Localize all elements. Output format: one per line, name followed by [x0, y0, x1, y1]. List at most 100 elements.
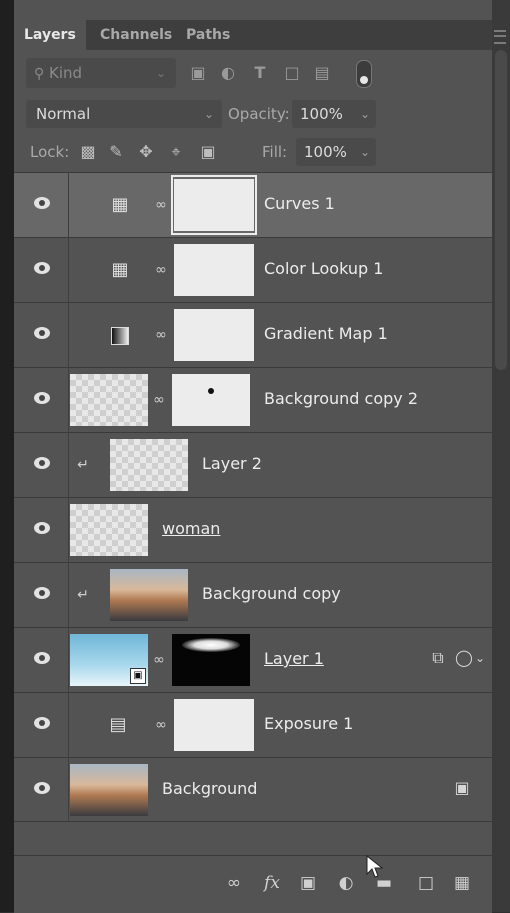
layer-row[interactable]: ▣ ∞ Layer 1 ⧉ ◯ ⌄ [14, 627, 492, 692]
visibility-cell[interactable] [14, 238, 69, 302]
layer-name[interactable]: Color Lookup 1 [264, 259, 383, 278]
visibility-cell[interactable] [14, 758, 69, 821]
filter-kind-select[interactable]: ⚲ Kind ⌄ [26, 58, 176, 88]
layer-mask-thumbnail[interactable] [174, 699, 254, 751]
mask-selection-frame [171, 175, 257, 235]
layer-name[interactable]: Gradient Map 1 [264, 324, 388, 343]
mouse-cursor-icon [366, 855, 384, 878]
eye-icon[interactable] [34, 262, 50, 274]
layer-mask-thumbnail[interactable] [172, 374, 250, 426]
visibility-cell[interactable] [14, 498, 69, 562]
layer-name[interactable]: Layer 1 [264, 649, 324, 668]
layer-row[interactable]: ▦ ∞ Curves 1 [14, 172, 492, 237]
eye-icon[interactable] [34, 327, 50, 339]
layer-mask-thumbnail[interactable] [174, 244, 254, 296]
layer-thumbnail[interactable] [70, 764, 148, 816]
eye-icon[interactable] [34, 782, 50, 794]
visibility-cell[interactable] [14, 433, 69, 497]
visibility-cell[interactable] [14, 368, 69, 432]
scrollbar[interactable] [495, 50, 507, 370]
new-layer-icon[interactable]: □ [416, 872, 436, 894]
layers-list: ▦ ∞ Curves 1 ▦ ∞ Color Lookup 1 ∞ Gradie… [14, 172, 492, 822]
lock-transparent-pixels-icon[interactable]: ▩ [78, 142, 98, 162]
layer-name[interactable]: Curves 1 [264, 194, 335, 213]
layer-row[interactable]: ▤ ∞ Exposure 1 [14, 692, 492, 757]
chain-link-icon[interactable]: ∞ [154, 715, 168, 735]
chevron-down-icon: ⌄ [203, 107, 214, 121]
visibility-cell[interactable] [14, 693, 69, 757]
layer-thumbnail[interactable] [110, 439, 188, 491]
eye-icon[interactable] [34, 522, 50, 534]
layer-name[interactable]: Background copy [202, 584, 341, 603]
visibility-cell[interactable] [14, 173, 69, 237]
lock-image-pixels-icon[interactable]: ✎ [106, 142, 126, 162]
eye-icon[interactable] [34, 392, 50, 404]
visibility-cell[interactable] [14, 563, 69, 627]
search-icon: ⚲ [34, 66, 45, 82]
curves-icon: ▦ [111, 194, 129, 215]
chevron-down-icon: ⌄ [155, 66, 166, 80]
lock-icon: ▣ [454, 778, 470, 797]
filter-toggle-icon[interactable] [356, 60, 372, 88]
layer-name[interactable]: Background copy 2 [264, 389, 418, 408]
chain-link-icon[interactable]: ∞ [154, 325, 168, 345]
fill-field[interactable]: 100% ⌄ [296, 138, 376, 166]
tab-layers[interactable]: Layers [14, 20, 86, 50]
layer-row[interactable]: ▦ ∞ Color Lookup 1 [14, 237, 492, 302]
linked-layer-icon[interactable]: ⧉ [428, 648, 448, 668]
filter-adjustment-icon[interactable]: ◐ [218, 63, 238, 83]
layer-mask-thumbnail[interactable] [172, 634, 250, 686]
left-border [0, 0, 14, 912]
layer-name[interactable]: woman [162, 519, 220, 538]
layer-row[interactable]: ∞ Gradient Map 1 [14, 302, 492, 367]
layer-thumbnail[interactable]: ▣ [70, 634, 148, 686]
layer-thumbnail[interactable] [70, 504, 148, 556]
visibility-cell[interactable] [14, 628, 69, 692]
chain-link-icon[interactable]: ∞ [154, 195, 168, 215]
color-lookup-icon: ▦ [111, 259, 129, 280]
fill-label: Fill: [262, 143, 288, 161]
layer-thumbnail[interactable] [70, 374, 148, 426]
layer-name[interactable]: Background [162, 779, 257, 798]
panel-tabs: Layers Channels Paths [14, 20, 506, 50]
eye-icon[interactable] [34, 652, 50, 664]
tab-paths[interactable]: Paths [186, 20, 230, 50]
filter-kind-label: Kind [49, 64, 83, 82]
eye-icon[interactable] [34, 457, 50, 469]
chain-link-icon[interactable]: ∞ [154, 260, 168, 280]
layer-name[interactable]: Layer 2 [202, 454, 262, 473]
chain-link-icon[interactable]: ∞ [152, 650, 166, 670]
layer-name[interactable]: Exposure 1 [264, 714, 353, 733]
adjustment-icon[interactable]: ◐ [336, 872, 356, 894]
eye-icon[interactable] [34, 717, 50, 729]
layer-mask-thumbnail[interactable] [174, 309, 254, 361]
panel-menu-icon[interactable] [494, 30, 506, 44]
layer-row[interactable]: ↵ Background copy [14, 562, 492, 627]
lock-artboard-icon[interactable]: ⌖ [166, 142, 186, 162]
fx-icon[interactable]: fx [262, 872, 282, 894]
tab-channels[interactable]: Channels [100, 20, 172, 50]
mask-icon[interactable]: ▣ [298, 872, 318, 894]
visibility-cell[interactable] [14, 303, 69, 367]
lock-position-icon[interactable]: ✥ [136, 142, 156, 162]
chevron-down-icon[interactable]: ⌄ [470, 648, 490, 668]
eye-icon[interactable] [34, 587, 50, 599]
opacity-field[interactable]: 100% ⌄ [292, 100, 376, 128]
layer-row[interactable]: woman [14, 497, 492, 562]
layer-thumbnail[interactable] [110, 569, 188, 621]
fill-value: 100% [304, 143, 347, 161]
filter-smart-object-icon[interactable]: ▤ [312, 63, 332, 83]
layer-row[interactable]: ↵ Layer 2 [14, 432, 492, 497]
lock-all-icon[interactable]: ▣ [198, 142, 218, 162]
filter-pixel-icon[interactable]: ▣ [188, 63, 208, 83]
filter-type-icon[interactable]: T [250, 63, 270, 83]
layer-row[interactable]: Background ▣ [14, 757, 492, 822]
eye-icon[interactable] [34, 197, 50, 209]
link-icon[interactable]: ∞ [224, 872, 244, 894]
layer-row[interactable]: ∞ Background copy 2 [14, 367, 492, 432]
chain-link-icon[interactable]: ∞ [152, 390, 166, 410]
filter-shape-icon[interactable]: □ [282, 63, 302, 83]
blend-mode-select[interactable]: Normal ⌄ [26, 100, 222, 128]
trash-icon[interactable]: ▦ [452, 872, 472, 894]
opacity-label: Opacity: [228, 105, 290, 123]
